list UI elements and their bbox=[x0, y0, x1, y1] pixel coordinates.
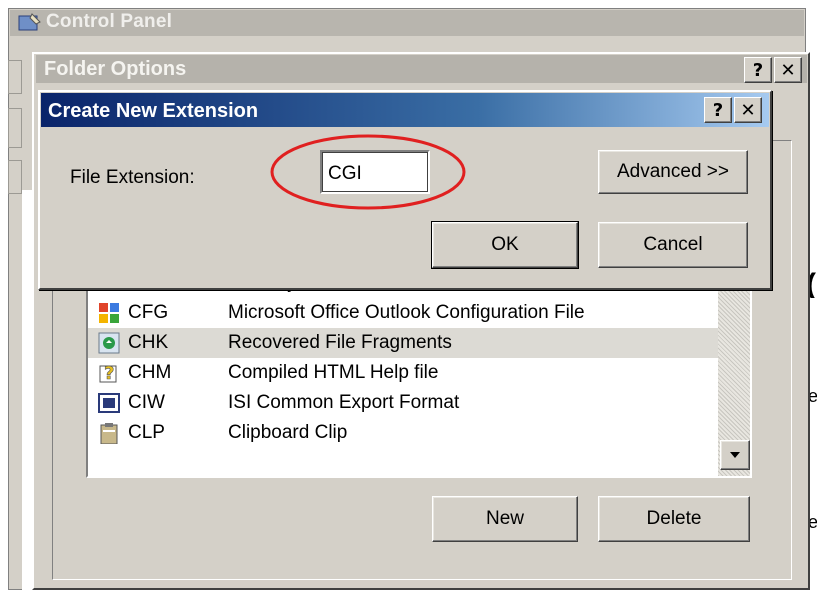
cancel-button-label: Cancel bbox=[643, 234, 703, 255]
file-type-row[interactable]: CIW ISI Common Export Format bbox=[88, 388, 718, 418]
svg-text:?: ? bbox=[104, 363, 114, 384]
file-type-description: Clipboard Clip bbox=[228, 422, 348, 443]
ok-button-label: OK bbox=[491, 234, 519, 255]
folder-options-help-button[interactable]: ? bbox=[744, 57, 772, 83]
create-extension-help-button[interactable]: ? bbox=[704, 97, 732, 123]
advanced-button[interactable]: Advanced >> bbox=[598, 150, 748, 194]
file-type-description: Compiled HTML Help file bbox=[228, 362, 439, 383]
file-type-extension: CIW bbox=[128, 392, 165, 413]
arrow-down-icon bbox=[730, 452, 740, 458]
control-panel-title: Control Panel bbox=[46, 11, 173, 32]
help-icon: ? bbox=[712, 99, 724, 121]
file-types-list[interactable]: CERSecurity CertificateCFGMicrosoft Offi… bbox=[86, 280, 752, 478]
control-panel-toolbar-strip bbox=[8, 60, 22, 94]
advanced-button-label: Advanced >> bbox=[617, 161, 729, 182]
file-type-extension: CHK bbox=[128, 332, 169, 353]
clipboard-icon bbox=[100, 423, 118, 444]
scroll-down-button[interactable] bbox=[720, 440, 750, 470]
file-type-row[interactable]: CHK Recovered File Fragments bbox=[88, 328, 718, 358]
file-extension-label: File Extension: bbox=[70, 167, 195, 188]
delete-button[interactable]: Delete bbox=[598, 496, 750, 542]
help-icon: ? bbox=[752, 59, 764, 81]
create-new-extension-title: Create New Extension bbox=[48, 100, 259, 122]
file-type-extension: CFG bbox=[128, 302, 169, 323]
new-button[interactable]: New bbox=[432, 496, 578, 542]
file-type-description: Microsoft Office Outlook Configuration F… bbox=[228, 302, 585, 323]
cancel-button[interactable]: Cancel bbox=[598, 222, 748, 268]
delete-button-label: Delete bbox=[646, 508, 702, 529]
office-config-icon bbox=[99, 303, 119, 323]
recovered-file-icon bbox=[98, 332, 120, 354]
create-extension-close-button[interactable]: ✕ bbox=[734, 97, 762, 123]
folder-options-close-button[interactable]: ✕ bbox=[774, 57, 802, 83]
file-type-row[interactable]: ? CHM Compiled HTML Help file bbox=[88, 358, 718, 388]
file-type-description: ISI Common Export Format bbox=[228, 392, 460, 413]
file-type-row[interactable]: CLP Clipboard Clip bbox=[88, 418, 718, 448]
file-type-extension: CHM bbox=[128, 362, 172, 383]
folder-options-title: Folder Options bbox=[44, 58, 187, 80]
file-type-row[interactable]: CFG Microsoft Office Outlook Configuratio… bbox=[88, 298, 718, 328]
new-button-label: New bbox=[485, 508, 524, 529]
control-panel-toolbar-strip bbox=[8, 108, 22, 148]
file-type-description: Recovered File Fragments bbox=[228, 332, 452, 353]
file-extension-input[interactable] bbox=[320, 150, 430, 194]
close-icon: ✕ bbox=[780, 59, 796, 81]
control-panel-address-strip bbox=[8, 160, 22, 194]
help-file-icon: ? bbox=[99, 363, 117, 384]
close-icon: ✕ bbox=[740, 99, 756, 121]
file-type-extension: CLP bbox=[128, 422, 165, 443]
export-format-icon bbox=[98, 393, 120, 413]
ok-button[interactable]: OK bbox=[431, 221, 579, 269]
control-panel-icon bbox=[18, 13, 41, 31]
